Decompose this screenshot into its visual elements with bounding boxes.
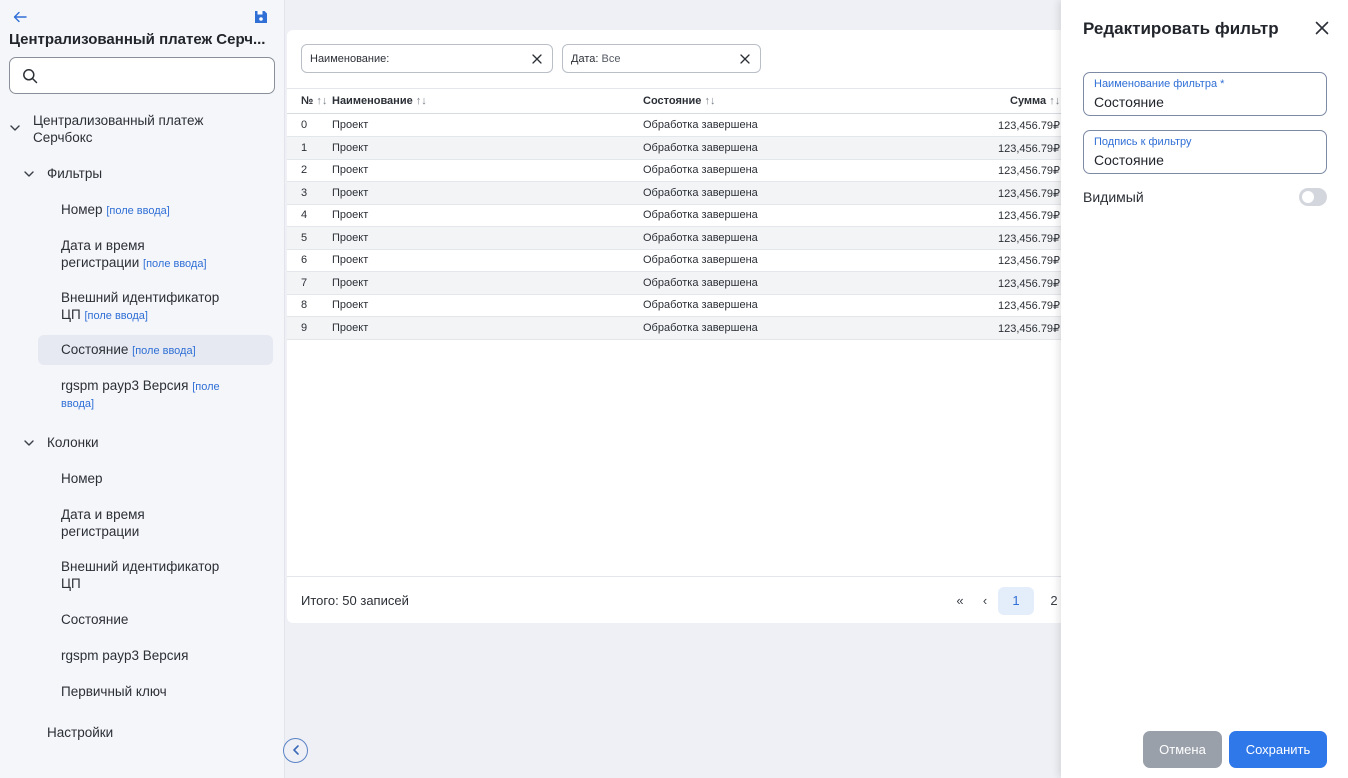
first-page-button[interactable]: « xyxy=(949,587,971,615)
filter-item-label-2: регистрации xyxy=(61,255,140,270)
search-box[interactable] xyxy=(9,57,275,94)
tree-root-label-2: Серчбокс xyxy=(33,130,93,145)
filter-item-hint: [поле xyxy=(192,381,220,393)
filter-item-registration-date[interactable]: Дата и время регистрации [поле ввода] xyxy=(61,237,207,273)
back-arrow-icon[interactable] xyxy=(12,9,28,25)
column-item-status[interactable]: Состояние xyxy=(61,611,128,628)
edit-filter-panel: Редактировать фильтр Наименование фильтр… xyxy=(1061,0,1348,778)
sidebar-header: Централизованный платеж Серч... xyxy=(0,0,285,56)
filter-item-hint: [поле ввода] xyxy=(132,345,196,357)
table-row[interactable]: 0 Проект Обработка завершена 123,456.79₽ xyxy=(287,114,1087,137)
filter-item-hint: [поле ввода] xyxy=(143,258,207,270)
tree-group-filters[interactable]: Фильтры xyxy=(47,165,102,182)
results-card: Наименование: Дата: Все № ↑↓ Наименовани… xyxy=(287,30,1087,623)
filter-item-label: rgspm payp3 Версия xyxy=(61,378,189,393)
filter-caption-field[interactable]: Подпись к фильтру xyxy=(1083,130,1327,174)
filter-item-hint: [поле ввода] xyxy=(106,205,170,217)
search-input[interactable] xyxy=(48,64,268,88)
total-records: Итого: 50 записей xyxy=(301,593,409,608)
filter-item-number[interactable]: Номер [поле ввода] xyxy=(61,201,170,220)
column-item-external-id[interactable]: Внешний идентификатор ЦП xyxy=(61,558,219,592)
chevron-down-icon[interactable] xyxy=(23,168,35,180)
search-icon xyxy=(23,69,38,84)
tree-item-settings[interactable]: Настройки xyxy=(47,724,113,741)
filter-chip-date[interactable]: Дата: Все xyxy=(562,44,761,73)
column-item-label: Дата и время xyxy=(61,507,145,522)
column-item-label: Внешний идентификатор xyxy=(61,559,220,574)
sort-icon: ↑↓ xyxy=(1049,95,1061,107)
filter-item-label: Состояние xyxy=(61,342,129,357)
column-header-sum[interactable]: Сумма ↑↓ xyxy=(1010,95,1060,107)
filter-item-label-2: ЦП xyxy=(61,307,81,322)
table-row[interactable]: 7 Проект Обработка завершена 123,456.79₽ xyxy=(287,272,1087,295)
table-row[interactable]: 1 Проект Обработка завершена 123,456.79₽ xyxy=(287,137,1087,160)
column-item-primary-key[interactable]: Первичный ключ xyxy=(61,683,167,700)
filter-item-status[interactable]: Состояние [поле ввода] xyxy=(61,341,196,360)
tree-root-label-1: Централизованный платеж xyxy=(33,113,204,128)
column-header-name[interactable]: Наименование ↑↓ xyxy=(332,95,427,107)
table-row[interactable]: 6 Проект Обработка завершена 123,456.79₽ xyxy=(287,249,1087,272)
column-item-label-2: регистрации xyxy=(61,524,140,539)
filter-chip-name[interactable]: Наименование: xyxy=(301,44,553,73)
panel-title: Редактировать фильтр xyxy=(1083,19,1279,38)
field-label: Подпись к фильтру xyxy=(1094,136,1192,148)
field-label: Наименование фильтра * xyxy=(1094,78,1225,90)
chip-label: Дата: xyxy=(571,53,599,65)
filter-item-hint: [поле ввода] xyxy=(84,310,148,322)
column-header-number[interactable]: № ↑↓ xyxy=(301,95,327,107)
chevron-down-icon[interactable] xyxy=(9,122,21,134)
close-icon[interactable] xyxy=(531,53,543,65)
collapse-sidebar-button[interactable] xyxy=(283,738,308,763)
filter-item-hint-2: ввода] xyxy=(61,398,95,410)
filter-item-label: Дата и время xyxy=(61,238,145,253)
filter-name-input[interactable] xyxy=(1094,93,1314,111)
save-button[interactable]: Сохранить xyxy=(1229,731,1327,768)
chevron-left-icon xyxy=(293,745,299,755)
table-footer: Итого: 50 записей « ‹ 1 2 xyxy=(287,576,1087,623)
close-icon[interactable] xyxy=(739,53,751,65)
table-row[interactable]: 4 Проект Обработка завершена 123,456.79₽ xyxy=(287,204,1087,227)
table-row[interactable]: 3 Проект Обработка завершена 123,456.79₽ xyxy=(287,182,1087,205)
filter-name-field[interactable]: Наименование фильтра * xyxy=(1083,72,1327,116)
column-item-number[interactable]: Номер xyxy=(61,470,103,487)
tree-root[interactable]: Централизованный платеж Серчбокс xyxy=(33,112,203,146)
close-icon[interactable] xyxy=(1315,21,1329,35)
sort-icon: ↑↓ xyxy=(316,95,328,107)
filter-item-external-id[interactable]: Внешний идентификатор ЦП [поле ввода] xyxy=(61,289,219,325)
visible-toggle[interactable] xyxy=(1299,188,1327,206)
table-row[interactable]: 9 Проект Обработка завершена 123,456.79₽ xyxy=(287,317,1087,340)
filter-item-label: Внешний идентификатор xyxy=(61,290,220,305)
chevron-down-icon[interactable] xyxy=(23,437,35,449)
tree-group-columns[interactable]: Колонки xyxy=(47,434,99,451)
column-header-status[interactable]: Состояние ↑↓ xyxy=(643,95,715,107)
sidebar: Централизованный платеж Серч... Централи… xyxy=(0,0,285,778)
sidebar-title: Централизованный платеж Серч... xyxy=(9,31,266,48)
cancel-button[interactable]: Отмена xyxy=(1143,731,1222,768)
table-header: № ↑↓ Наименование ↑↓ Состояние ↑↓ Сумма … xyxy=(287,88,1087,114)
column-item-rgspm-version[interactable]: rgspm payp3 Версия xyxy=(61,647,188,664)
prev-page-button[interactable]: ‹ xyxy=(975,587,995,615)
table-row[interactable]: 5 Проект Обработка завершена 123,456.79₽ xyxy=(287,227,1087,250)
table-row[interactable]: 8 Проект Обработка завершена 123,456.79₽ xyxy=(287,294,1087,317)
toggle-knob xyxy=(1302,191,1314,203)
filter-caption-input[interactable] xyxy=(1094,151,1314,169)
column-item-label-2: ЦП xyxy=(61,576,81,591)
visible-label: Видимый xyxy=(1083,189,1144,205)
chip-value: Все xyxy=(601,53,621,65)
filter-item-label: Номер xyxy=(61,202,103,217)
table-row[interactable]: 2 Проект Обработка завершена 123,456.79₽ xyxy=(287,159,1087,182)
chip-label: Наименование: xyxy=(310,53,390,65)
filter-item-rgspm-version[interactable]: rgspm payp3 Версия [поле ввода] xyxy=(61,377,261,413)
column-item-registration-date[interactable]: Дата и время регистрации xyxy=(61,506,145,540)
save-icon[interactable] xyxy=(254,10,268,24)
sort-icon: ↑↓ xyxy=(704,95,716,107)
sort-icon: ↑↓ xyxy=(415,95,427,107)
page-button-current[interactable]: 1 xyxy=(998,587,1034,615)
